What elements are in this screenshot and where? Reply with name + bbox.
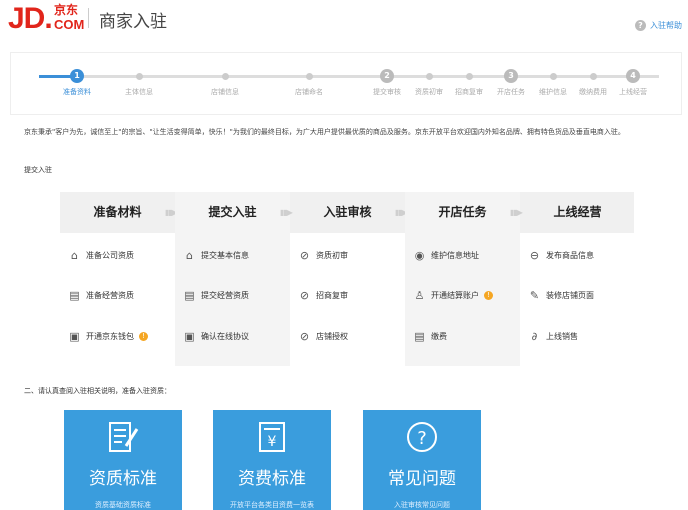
help-icon: ? [635, 20, 646, 31]
wallet-icon: ▣ [69, 330, 80, 343]
process-item: ▤ 准备经营资质 [69, 289, 134, 302]
process-item[interactable]: ♙ 开通结算账户! [413, 289, 493, 302]
process-item: ⊘ 资质初审 [299, 249, 348, 262]
svg-text:¥: ¥ [268, 434, 277, 450]
user-icon: ♙ [414, 289, 425, 302]
question-circle-icon: ? [407, 422, 437, 452]
bag-icon: ⊖ [529, 249, 540, 262]
process-item: ⊘ 招商复审 [299, 289, 348, 302]
document-icon: ▣ [184, 330, 195, 343]
card-title: 常见问题 [388, 469, 456, 489]
process-column: 开店任务 ◉ 维护信息地址 ♙ 开通结算账户! ▤ 缴费 [405, 192, 520, 366]
process-column-title: 提交入驻 [208, 205, 257, 219]
process-item: ∂ 上线销售 [528, 330, 578, 343]
card-subtitle: 资质基础资质标准 [95, 501, 151, 509]
process-item: ◉ 维护信息地址 [414, 249, 479, 262]
link-icon: ∂ [531, 330, 538, 343]
process-item: ✎ 装修店铺页面 [529, 289, 594, 302]
process-item: ▤ 缴费 [414, 330, 447, 343]
step-number: 4 [626, 69, 640, 83]
step-dot [550, 73, 557, 80]
step-dot [426, 73, 433, 80]
step-dot [466, 73, 473, 80]
step-dot [306, 73, 313, 80]
help-link[interactable]: ? 入驻帮助 [635, 20, 682, 31]
calendar-icon: ▤ [414, 330, 425, 343]
page-header: JD. 京东 COM 商家入驻 ? 入驻帮助 [0, 0, 688, 42]
step-number: 1 [70, 69, 84, 83]
location-pin-icon: ◉ [414, 249, 425, 262]
process-item: ⊖ 发布商品信息 [529, 249, 594, 262]
process-table: 准备材料 ⌂ 准备公司资质 ▤ 准备经营资质 ▣ 开通京东钱包! ▮▮▶ 提交入驻 ⌂… [60, 192, 634, 366]
warning-icon: ! [484, 291, 493, 300]
house-icon: ⌂ [71, 249, 78, 262]
card-subtitle: 入驻审核常见问题 [394, 501, 450, 509]
card-qualification-standard[interactable]: 资质标准 资质基础资质标准 [64, 410, 182, 510]
process-column-title: 入驻审核 [323, 205, 372, 219]
progress-steps: 1 准备资料 主体信息 店铺信息 店铺命名 2 提交审核 资质初审 招商复审 3… [10, 52, 682, 114]
step-number: 3 [504, 69, 518, 83]
step-label: 店铺信息 [211, 88, 239, 96]
step-label: 上线经营 [619, 88, 647, 96]
step-dot [590, 73, 597, 80]
divider [10, 114, 682, 115]
step-label: 主体信息 [125, 88, 153, 96]
process-column: 提交入驻 ⌂ 提交基本信息 ▤ 提交经营资质 ▣ 确认在线协议 [175, 192, 290, 366]
process-column-title: 准备材料 [93, 205, 142, 219]
document-edit-icon [109, 422, 139, 452]
process-column: 准备材料 ⌂ 准备公司资质 ▤ 准备经营资质 ▣ 开通京东钱包! [60, 192, 175, 366]
step-label: 准备资料 [63, 88, 91, 96]
logo-divider [88, 8, 89, 28]
step-dot [136, 73, 143, 80]
section-title-submit: 提交入驻 [24, 166, 52, 174]
process-column-title: 开店任务 [438, 205, 487, 219]
jd-logo-com: COM [54, 17, 85, 32]
check-circle-icon: ⊘ [299, 330, 310, 343]
page-title: 商家入驻 [99, 12, 167, 32]
warning-icon: ! [139, 332, 148, 341]
step-number: 2 [380, 69, 394, 83]
card-fee-standard[interactable]: ¥ 资费标准 开放平台各类目资费一览表 [213, 410, 331, 510]
process-column: 上线经营 ⊖ 发布商品信息 ✎ 装修店铺页面 ∂ 上线销售 [520, 192, 635, 366]
process-column: 入驻审核 ⊘ 资质初审 ⊘ 招商复审 ⊘ 店铺授权 [290, 192, 405, 366]
card-title: 资质标准 [89, 469, 157, 489]
check-circle-icon: ⊘ [299, 249, 310, 262]
process-item: ⌂ 提交基本信息 [183, 249, 249, 262]
card-title: 资费标准 [238, 469, 306, 489]
process-item: ⊘ 店铺授权 [299, 330, 348, 343]
step-label: 店铺命名 [295, 88, 323, 96]
section-title-requirements: 二、请认真查阅入驻相关说明，准备入驻资质： [24, 387, 171, 395]
calendar-icon: ▤ [69, 289, 80, 302]
intro-text: 京东秉承"客户为先，诚信至上"的宗旨、"让生活变得简单，快乐！"为我们的最终目标… [24, 128, 625, 136]
calendar-icon: ▤ [184, 289, 195, 302]
progress-track [39, 75, 659, 78]
jd-logo[interactable]: JD. [8, 2, 53, 36]
process-item: ▣ 确认在线协议 [184, 330, 249, 343]
check-circle-icon: ⊘ [299, 289, 310, 302]
yen-document-icon: ¥ [259, 422, 285, 452]
svg-text:?: ? [417, 428, 427, 449]
brush-icon: ✎ [529, 289, 540, 302]
jd-logo-chinese: 京东 [54, 3, 79, 17]
process-column-title: 上线经营 [553, 205, 602, 219]
help-label: 入驻帮助 [650, 21, 682, 30]
house-icon: ⌂ [186, 249, 193, 262]
process-item: ▤ 提交经营资质 [184, 289, 249, 302]
process-item[interactable]: ▣ 开通京东钱包! [68, 330, 148, 343]
card-faq[interactable]: ? 常见问题 入驻审核常见问题 [363, 410, 481, 510]
card-subtitle: 开放平台各类目资费一览表 [230, 501, 314, 509]
process-item: ⌂ 准备公司资质 [68, 249, 134, 262]
step-dot [222, 73, 229, 80]
